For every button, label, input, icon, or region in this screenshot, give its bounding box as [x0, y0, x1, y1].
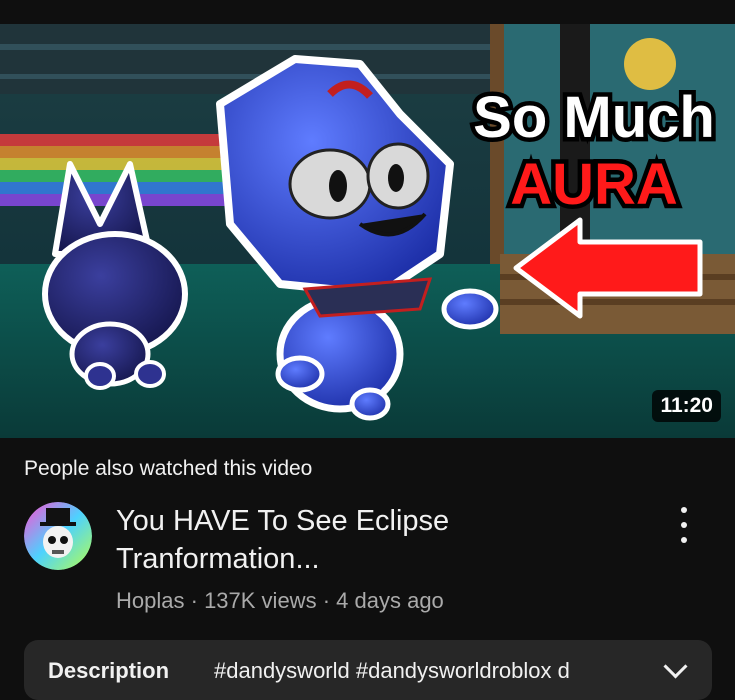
meta-separator: ·	[322, 588, 331, 613]
thumbnail-headline-line2: AURA	[510, 152, 678, 217]
thumbnail-artwork: So Much AURA	[0, 24, 735, 438]
upload-age: 4 days ago	[336, 588, 444, 613]
description-label: Description	[48, 658, 170, 683]
description-panel[interactable]: Description #dandysworld #dandysworldrob…	[24, 640, 712, 700]
channel-avatar[interactable]	[24, 502, 92, 570]
duration-badge: 11:20	[652, 390, 721, 422]
kebab-dot	[681, 507, 687, 513]
video-meta: Hoplas · 137K views · 4 days ago	[116, 588, 444, 614]
video-title[interactable]: You HAVE To See Eclipse Tranformation...	[116, 502, 636, 578]
thumbnail-headline-line1: So Much	[473, 85, 715, 150]
status-bar-area	[0, 0, 735, 24]
kebab-dot	[681, 522, 687, 528]
kebab-dot	[681, 537, 687, 543]
channel-name[interactable]: Hoplas	[116, 588, 184, 613]
description-tags: #dandysworld #dandysworldroblox d	[214, 658, 570, 683]
video-thumbnail[interactable]: So Much AURA 11:20	[0, 24, 735, 438]
view-count: 137K views	[204, 588, 317, 613]
section-heading: People also watched this video	[24, 457, 313, 480]
chevron-down-icon[interactable]	[663, 654, 688, 679]
meta-separator: ·	[190, 588, 198, 613]
kebab-menu-icon[interactable]	[670, 507, 698, 543]
avatar-image	[24, 502, 92, 570]
